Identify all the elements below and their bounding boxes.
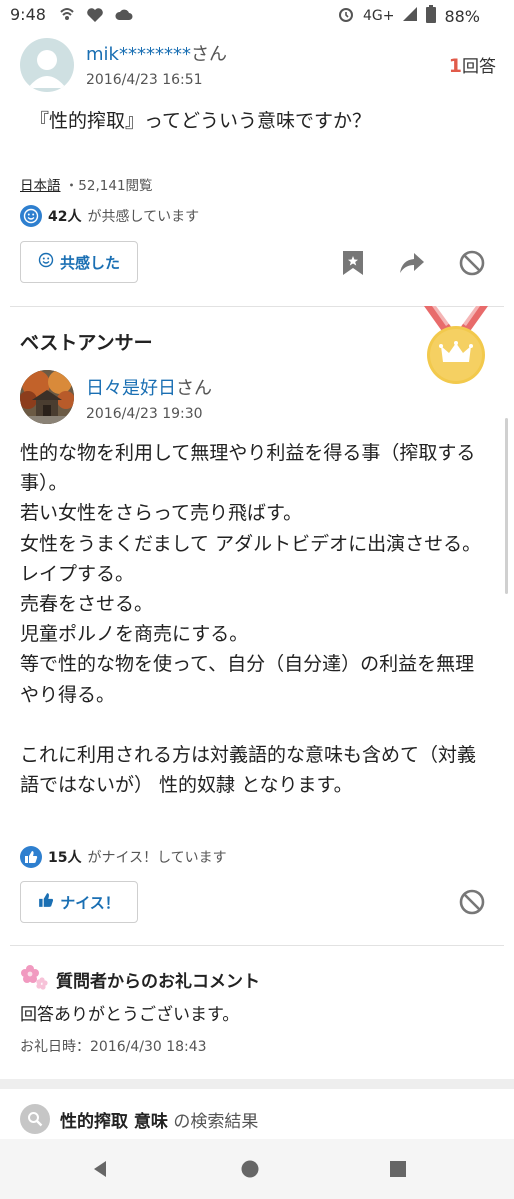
back-icon[interactable] xyxy=(88,1157,112,1181)
answer-line: 女性をうまくだまして アダルトビデオに出演させる。 xyxy=(20,532,482,555)
battery-percent: 88% xyxy=(444,6,480,26)
navigation-bar xyxy=(0,1139,514,1199)
best-answer-title: ベストアンサー xyxy=(20,332,153,354)
network-label: 4G+ xyxy=(362,8,395,24)
answerer-name[interactable]: 日々是好日さん xyxy=(86,374,212,400)
nfc-icon xyxy=(58,6,76,28)
divider xyxy=(10,945,504,946)
scrollbar[interactable] xyxy=(505,418,508,594)
search-results-header[interactable]: 性的搾取 意味 の検索結果 xyxy=(20,1104,258,1134)
thanks-body: 回答ありがとうございます。 xyxy=(20,1005,240,1025)
questioner-name[interactable]: mik********さん xyxy=(86,40,227,66)
view-count: 52,141閲覧 xyxy=(78,178,153,194)
answer-line: 性的な物を利用して無理やり利益を得る事（搾取する事）。 xyxy=(20,442,476,495)
avatar[interactable] xyxy=(20,38,74,92)
search-icon xyxy=(20,1104,50,1134)
smile-icon xyxy=(38,252,54,272)
answer-date: 2016/4/23 19:30 xyxy=(86,406,203,422)
home-icon[interactable] xyxy=(238,1157,262,1181)
section-gap xyxy=(0,1079,514,1089)
answer-line: レイプする。 xyxy=(20,562,135,585)
thanks-date: お礼日時：2016/4/30 18:43 xyxy=(20,1039,207,1055)
block-icon[interactable] xyxy=(457,248,487,278)
share-icon[interactable] xyxy=(397,248,427,278)
answer-count: 1回答 xyxy=(448,55,496,77)
thumbs-up-icon xyxy=(38,892,54,912)
thumbs-up-icon xyxy=(20,846,42,868)
flower-icon xyxy=(20,964,48,995)
avatar[interactable] xyxy=(20,370,74,424)
question-date: 2016/4/23 16:51 xyxy=(86,72,203,88)
status-bar: 9:48 4G+ 88% xyxy=(0,0,514,30)
question-meta: 日本語 ・52,141閲覧 xyxy=(20,178,153,194)
answer-line: これに利用される方は対義語的な意味も含めて（対義語ではないが） 性的奴隷 となり… xyxy=(20,744,477,797)
nice-button[interactable]: ナイス！ xyxy=(20,881,138,923)
question-text: 『性的搾取』ってどういう意味ですか？ xyxy=(30,110,372,132)
bookmark-icon[interactable] xyxy=(338,248,368,278)
nice-count: 15人 がナイス！しています xyxy=(20,846,227,868)
recents-icon[interactable] xyxy=(386,1157,410,1181)
search-keyword: 性的搾取 意味 xyxy=(60,1111,168,1132)
category-link[interactable]: 日本語 xyxy=(20,178,61,194)
answer-line xyxy=(20,710,490,740)
empathy-button[interactable]: 共感した xyxy=(20,241,138,283)
status-time: 9:48 xyxy=(10,5,46,24)
cloud-icon xyxy=(114,6,134,28)
smile-icon xyxy=(20,205,42,227)
medal-icon xyxy=(418,306,494,386)
answer-line: 児童ポルノを商売にする。 xyxy=(20,623,249,646)
answer-line: 等で性的な物を使って、自分（自分達）の利益を無理やり得る。 xyxy=(20,653,475,706)
answer-line: 若い女性をさらって売り飛ばす。 xyxy=(20,502,303,525)
answer-body: 性的な物を利用して無理やり利益を得る事（搾取する事）。 若い女性をさらって売り飛… xyxy=(20,438,490,800)
thanks-title: 質問者からのお礼コメント xyxy=(20,964,260,995)
heart-icon xyxy=(86,6,104,28)
battery-icon xyxy=(426,5,437,27)
alarm-icon xyxy=(337,5,355,27)
empathy-count: 42人 が共感しています xyxy=(20,205,199,227)
block-icon[interactable] xyxy=(457,887,487,917)
signal-icon xyxy=(402,6,418,26)
answer-line: 売春をさせる。 xyxy=(20,593,154,616)
